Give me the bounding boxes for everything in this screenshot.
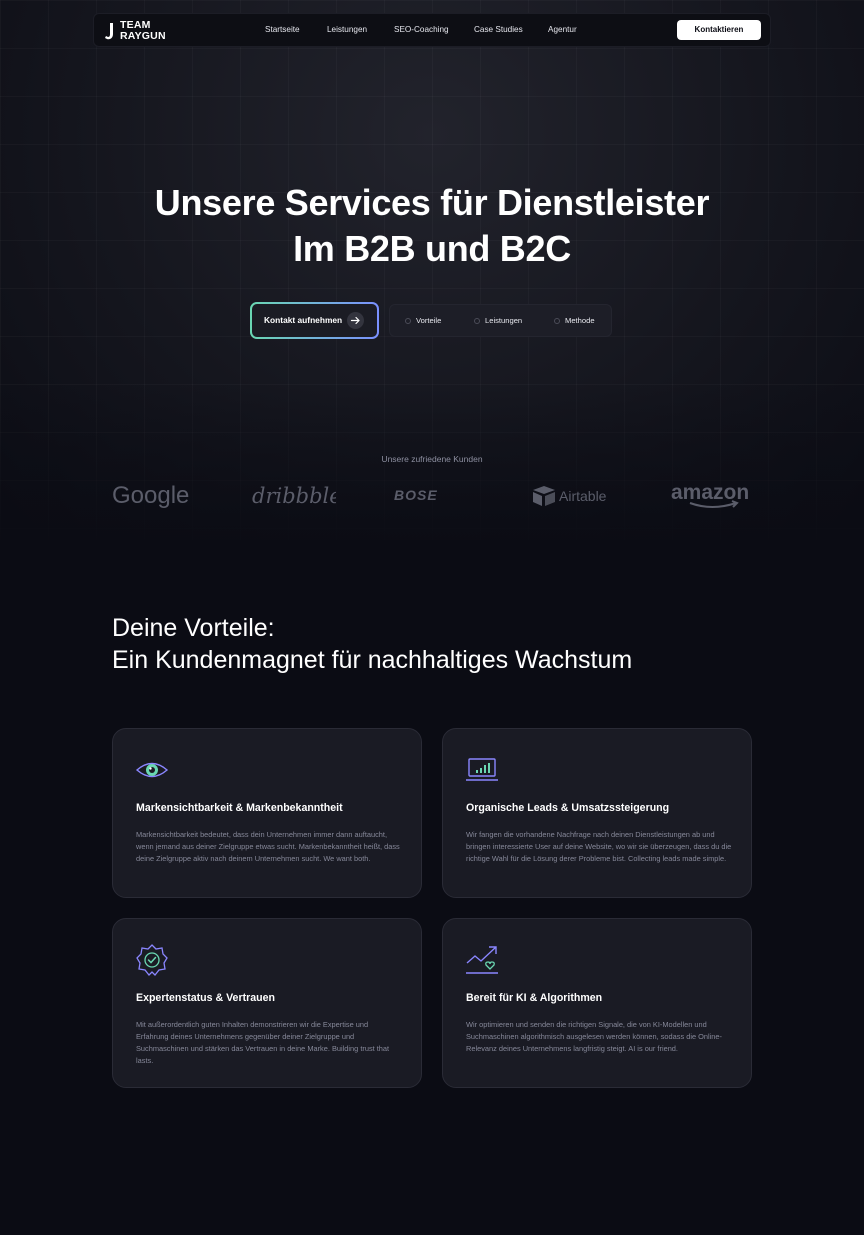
- card-organische-leads: Organische Leads & Umsatzssteigerung Wir…: [442, 728, 752, 898]
- cta-button-inner: Kontakt aufnehmen: [252, 304, 377, 337]
- hero-title: Unsere Services für Dienstleister Im B2B…: [0, 180, 864, 272]
- nav-link-case-studies[interactable]: Case Studies: [474, 25, 523, 34]
- card-title: Bereit für KI & Algorithmen: [466, 992, 603, 1004]
- svg-text:amazon: amazon: [671, 481, 749, 504]
- clients-label: Unsere zufriedene Kunden: [381, 454, 483, 464]
- hero-title-line2: Im B2B und B2C: [293, 228, 571, 269]
- card-ki-algorithmen: Bereit für KI & Algorithmen Wir optimier…: [442, 918, 752, 1088]
- cta-label: Kontakt aufnehmen: [264, 315, 343, 325]
- raygun-logo-icon: [105, 23, 113, 40]
- card-title: Organische Leads & Umsatzssteigerung: [466, 802, 670, 814]
- logo-text: TEAM RAYGUN: [120, 19, 166, 42]
- eye-icon: [135, 762, 169, 778]
- kontakt-aufnehmen-button[interactable]: Kontakt aufnehmen: [250, 302, 379, 339]
- pill-leistungen[interactable]: Leistungen: [474, 316, 522, 325]
- arrow-right-icon: [347, 312, 364, 329]
- laptop-chart-icon: [466, 758, 498, 781]
- section-pill-nav: Vorteile Leistungen Methode: [389, 304, 612, 337]
- svg-text:Airtable: Airtable: [559, 488, 607, 504]
- dribbble-logo: dribbble: [252, 484, 336, 508]
- pill-methode[interactable]: Methode: [554, 316, 595, 325]
- card-text: Wir optimieren und senden die richtigen …: [466, 1020, 722, 1053]
- advantages-title-line2: Ein Kundenmagnet für nachhaltiges Wachst…: [112, 646, 633, 674]
- svg-text:BOSE: BOSE: [394, 487, 438, 503]
- advantages-title: Deine Vorteile: Ein Kundenmagnet für nac…: [112, 612, 632, 676]
- nav-link-agentur[interactable]: Agentur: [548, 25, 577, 34]
- hero-background-fade: [0, 380, 864, 550]
- card-markensichtbarkeit: Markensichtbarkeit & Markenbekanntheit M…: [112, 728, 422, 898]
- nav-link-seo-coaching[interactable]: SEO-Coaching: [394, 25, 449, 34]
- radio-dot-icon: [474, 318, 480, 324]
- badge-check-icon: [136, 944, 168, 976]
- trend-heart-icon: [466, 946, 498, 974]
- radio-dot-icon: [405, 318, 411, 324]
- card-text: Markensichtbarkeit bedeutet, dass dein U…: [136, 830, 400, 863]
- kontaktieren-button[interactable]: Kontaktieren: [677, 20, 761, 40]
- airtable-logo: Airtable: [533, 486, 607, 506]
- team-raygun-logo[interactable]: TEAM RAYGUN: [104, 20, 174, 42]
- amazon-logo: amazon: [671, 481, 749, 508]
- svg-text:Google: Google: [112, 482, 189, 509]
- navbar: TEAM RAYGUN Startseite Leistungen SEO-Co…: [93, 13, 771, 47]
- nav-link-leistungen[interactable]: Leistungen: [327, 25, 367, 34]
- radio-dot-icon: [554, 318, 560, 324]
- card-title: Markensichtbarkeit & Markenbekanntheit: [136, 802, 343, 814]
- nav-link-startseite[interactable]: Startseite: [265, 25, 300, 34]
- bose-logo: BOSE: [394, 487, 438, 503]
- card-text: Wir fangen die vorhandene Nachfrage nach…: [466, 830, 732, 863]
- pill-vorteile[interactable]: Vorteile: [405, 316, 441, 325]
- google-logo: Google: [112, 482, 189, 509]
- hero-title-line1: Unsere Services für Dienstleister: [154, 182, 710, 223]
- card-expertenstatus: Expertenstatus & Vertrauen Mit außerorde…: [112, 918, 422, 1088]
- card-text: Mit außerordentlich guten Inhalten demon…: [136, 1020, 390, 1065]
- advantages-title-line1: Deine Vorteile:: [112, 614, 275, 642]
- card-title: Expertenstatus & Vertrauen: [136, 992, 275, 1004]
- svg-text:dribbble: dribbble: [252, 484, 336, 508]
